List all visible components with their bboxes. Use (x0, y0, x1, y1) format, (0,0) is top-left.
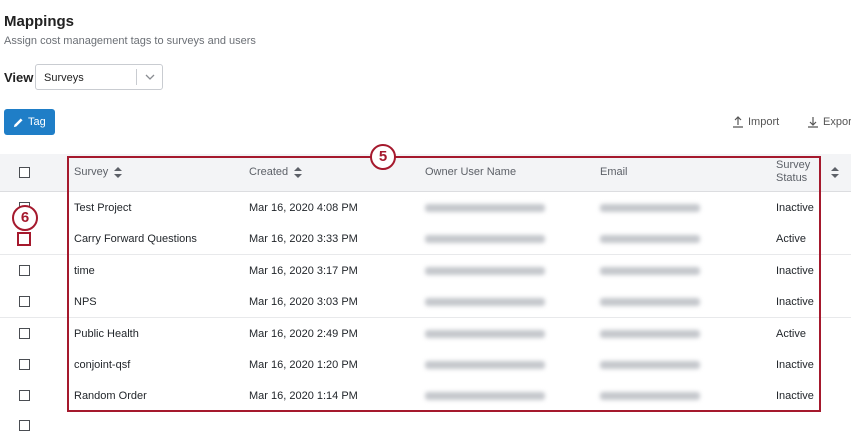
download-icon (808, 117, 818, 128)
view-select-divider (136, 69, 137, 85)
select-all-checkbox[interactable] (19, 167, 30, 178)
view-select-value: Surveys (44, 72, 84, 84)
callout-box-5 (67, 156, 821, 412)
row-checkbox[interactable] (19, 328, 30, 339)
page-subtitle: Assign cost management tags to surveys a… (4, 35, 256, 47)
row-checkbox[interactable] (19, 420, 30, 431)
checkbox-highlight[interactable] (17, 232, 31, 246)
callout-badge-6: 6 (12, 205, 38, 231)
tag-button-label: Tag (28, 116, 46, 128)
view-select[interactable]: Surveys (35, 64, 163, 90)
export-label: Export (823, 116, 851, 128)
row-checkbox[interactable] (19, 265, 30, 276)
sort-icon[interactable] (831, 167, 839, 178)
import-label: Import (748, 116, 780, 128)
row-checkbox[interactable] (19, 296, 30, 307)
row-checkbox[interactable] (19, 390, 30, 401)
view-label: View (4, 70, 34, 85)
table-row-partial (0, 411, 851, 431)
callout-badge-5: 5 (370, 144, 396, 170)
page-title: Mappings (4, 13, 74, 30)
row-checkbox[interactable] (19, 359, 30, 370)
chevron-down-icon (145, 74, 155, 80)
pencil-icon (13, 118, 23, 128)
tag-button[interactable]: Tag (4, 109, 55, 135)
upload-icon (733, 116, 743, 128)
